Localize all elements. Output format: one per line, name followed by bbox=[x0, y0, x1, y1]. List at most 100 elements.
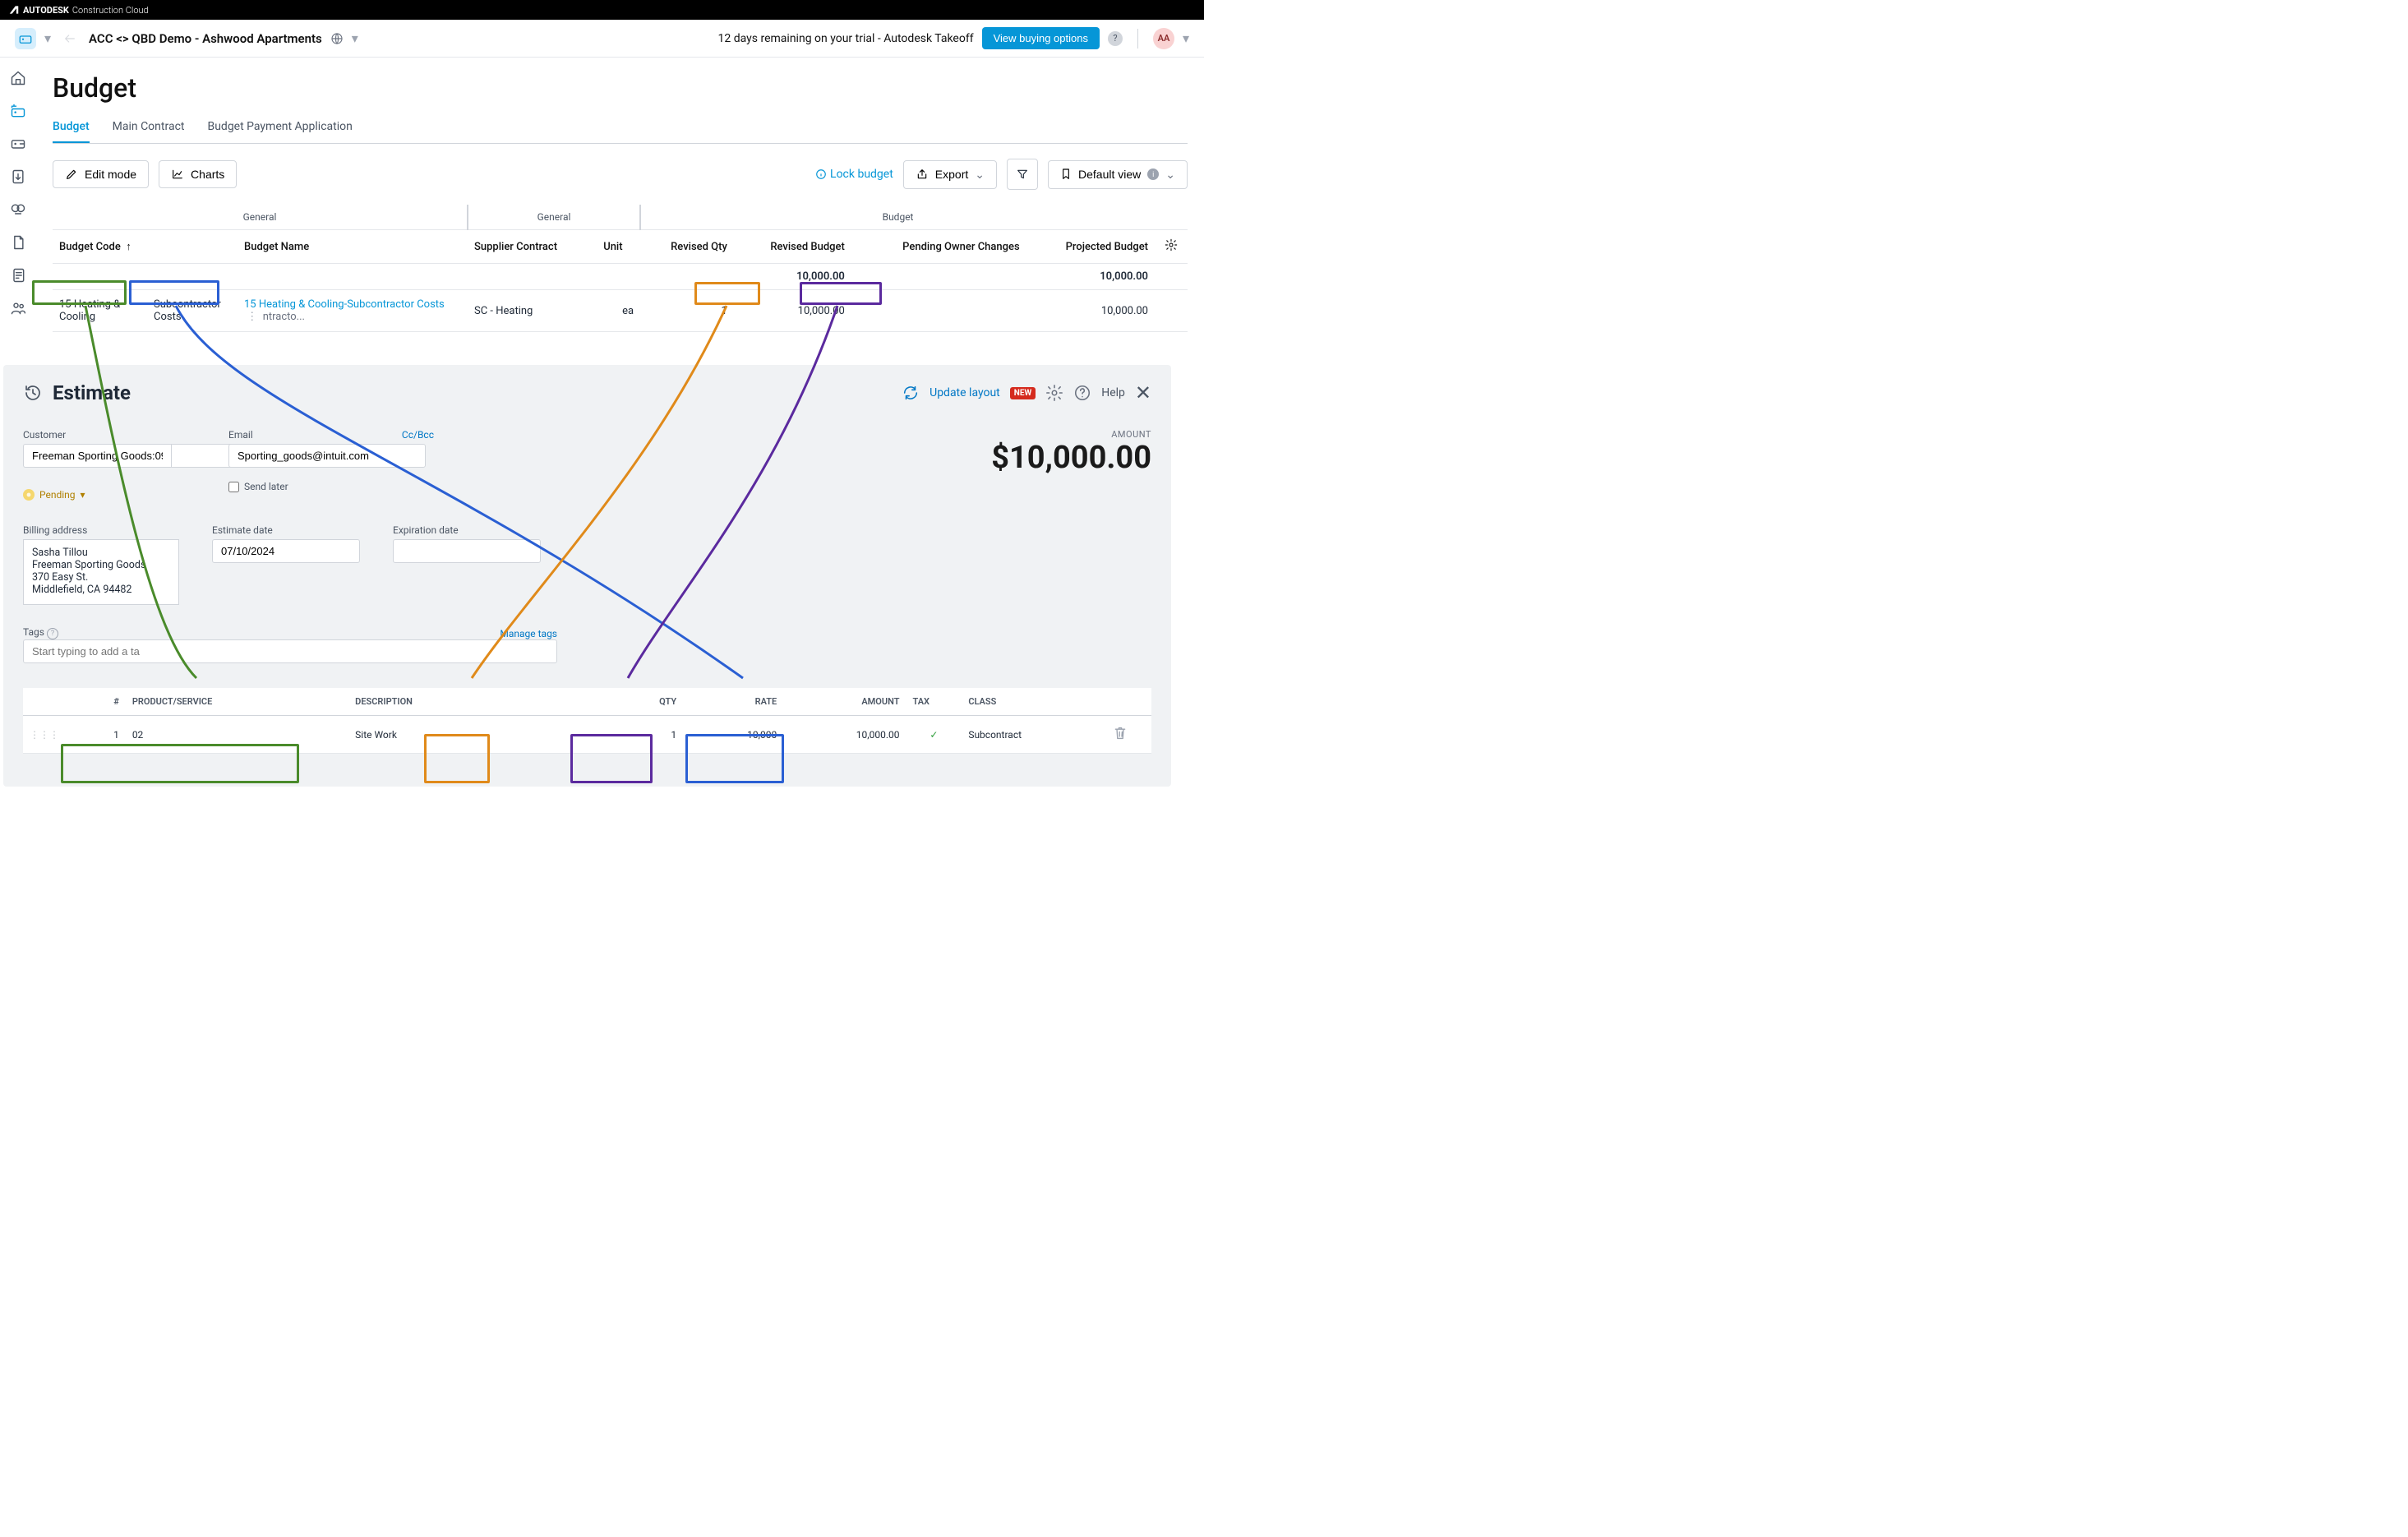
charts-label: Charts bbox=[191, 168, 224, 181]
table-row[interactable]: 15 Heating & Cooling Subcontractor Costs… bbox=[53, 290, 1188, 332]
view-buying-options-button[interactable]: View buying options bbox=[982, 27, 1100, 49]
cell-name-overflow: ntracto... bbox=[263, 311, 305, 323]
col-revised-qty[interactable]: Revised Qty bbox=[640, 230, 734, 264]
drag-handle-icon[interactable]: ⋮⋮⋮ bbox=[23, 716, 81, 754]
nav-reports-icon[interactable] bbox=[9, 266, 27, 284]
history-icon[interactable] bbox=[23, 383, 43, 403]
summary-projected-budget: 10,000.00 bbox=[1026, 264, 1155, 290]
tab-payment-app[interactable]: Budget Payment Application bbox=[207, 120, 352, 143]
globe-icon[interactable] bbox=[330, 32, 344, 45]
col-class: CLASS bbox=[962, 688, 1106, 716]
filter-icon bbox=[1016, 168, 1029, 181]
col-desc: DESCRIPTION bbox=[348, 688, 583, 716]
default-view-button[interactable]: Default view i ⌄ bbox=[1048, 160, 1188, 189]
col-budget-name[interactable]: Budget Name bbox=[238, 230, 468, 264]
send-later-checkbox[interactable]: Send later bbox=[228, 481, 434, 492]
column-header-row: Budget Code ↑ Budget Name Supplier Contr… bbox=[53, 230, 1188, 264]
col-budget-code[interactable]: Budget Code ↑ bbox=[53, 230, 238, 264]
charts-button[interactable]: Charts bbox=[159, 160, 237, 188]
row-menu-icon[interactable]: ⋮ bbox=[244, 311, 260, 323]
filter-button[interactable] bbox=[1007, 159, 1038, 190]
column-group-row: General General Budget bbox=[53, 205, 1188, 230]
cell-code-right: Subcontractor Costs bbox=[147, 290, 238, 332]
export-button[interactable]: Export ⌄ bbox=[903, 160, 997, 189]
tab-main-contract[interactable]: Main Contract bbox=[113, 120, 185, 143]
chevron-down-icon[interactable]: ▾ bbox=[352, 30, 358, 46]
module-switcher-icon[interactable] bbox=[15, 28, 36, 49]
col-supplier-contract[interactable]: Supplier Contract bbox=[468, 230, 597, 264]
refresh-icon[interactable] bbox=[902, 384, 920, 402]
cell-budget-name[interactable]: 15 Heating & Cooling-Subcontractor Costs bbox=[244, 298, 445, 311]
help-label[interactable]: Help bbox=[1101, 386, 1125, 399]
line-tax-check[interactable]: ✓ bbox=[906, 716, 962, 754]
line-amount[interactable]: 10,000.00 bbox=[783, 716, 906, 754]
line-row[interactable]: ⋮⋮⋮ 1 02 Site Work 1 10,000 10,000.00 ✓ … bbox=[23, 716, 1151, 754]
chevron-down-icon[interactable]: ▾ bbox=[1183, 30, 1189, 46]
table-settings-icon[interactable] bbox=[1155, 230, 1188, 264]
status-pending[interactable]: Pending ▾ bbox=[23, 486, 196, 501]
divider bbox=[1137, 29, 1138, 48]
estimate-header: Estimate Update layout NEW Help ✕ bbox=[23, 381, 1151, 404]
col-revised-budget[interactable]: Revised Budget bbox=[734, 230, 851, 264]
gear-icon[interactable] bbox=[1045, 384, 1063, 402]
tags-label: Tags ? bbox=[23, 626, 58, 639]
line-header-row: # PRODUCT/SERVICE DESCRIPTION QTY RATE A… bbox=[23, 688, 1151, 716]
cell-supplier: SC - Heating bbox=[468, 290, 597, 332]
close-icon[interactable]: ✕ bbox=[1135, 381, 1151, 404]
help-icon[interactable] bbox=[1073, 384, 1091, 402]
nav-members-icon[interactable] bbox=[9, 299, 27, 317]
pending-dot-icon bbox=[23, 489, 35, 501]
export-icon bbox=[916, 168, 929, 181]
nav-cost-icon[interactable] bbox=[9, 135, 27, 153]
email-label: Email bbox=[228, 429, 253, 441]
tab-budget[interactable]: Budget bbox=[53, 120, 90, 143]
col-pending-owner[interactable]: Pending Owner Changes bbox=[851, 230, 1026, 264]
nav-change-icon[interactable] bbox=[9, 168, 27, 186]
col-unit[interactable]: Unit bbox=[597, 230, 640, 264]
cell-projected-budget: 10,000.00 bbox=[1026, 290, 1155, 332]
delete-line-icon[interactable] bbox=[1107, 716, 1151, 754]
nav-forecast-icon[interactable] bbox=[9, 201, 27, 219]
summary-revised-budget: 10,000.00 bbox=[734, 264, 851, 290]
col-qty: QTY bbox=[583, 688, 683, 716]
line-qty[interactable]: 1 bbox=[583, 716, 683, 754]
amount-label: AMOUNT bbox=[991, 429, 1151, 440]
line-desc[interactable]: Site Work bbox=[348, 716, 583, 754]
cell-pending-owner bbox=[851, 290, 1026, 332]
tags-input[interactable] bbox=[23, 639, 557, 663]
nav-files-icon[interactable] bbox=[9, 233, 27, 252]
chevron-down-icon[interactable]: ▾ bbox=[44, 30, 51, 46]
help-icon[interactable]: ? bbox=[1108, 31, 1123, 46]
app-header: ▾ ACC <> QBD Demo - Ashwood Apartments ▾… bbox=[0, 20, 1204, 58]
trial-banner-text: 12 days remaining on your trial - Autode… bbox=[718, 32, 974, 45]
edit-mode-button[interactable]: Edit mode bbox=[53, 160, 149, 188]
email-input[interactable] bbox=[228, 444, 426, 468]
col-projected-budget[interactable]: Projected Budget bbox=[1026, 230, 1155, 264]
cc-bcc-link[interactable]: Cc/Bcc bbox=[402, 429, 434, 441]
nav-budget-icon[interactable] bbox=[9, 102, 27, 120]
estimate-date-label: Estimate date bbox=[212, 524, 360, 536]
chevron-down-icon: ⌄ bbox=[975, 168, 985, 182]
cell-revised-budget: 10,000.00 bbox=[734, 290, 851, 332]
user-avatar[interactable]: AA bbox=[1153, 28, 1174, 49]
estimate-line-table: # PRODUCT/SERVICE DESCRIPTION QTY RATE A… bbox=[23, 688, 1151, 754]
update-layout-link[interactable]: Update layout bbox=[930, 386, 1000, 399]
billing-address[interactable]: Sasha Tillou Freeman Sporting Goods 370 … bbox=[23, 539, 179, 605]
lock-budget-link[interactable]: Lock budget bbox=[815, 168, 893, 181]
line-rate[interactable]: 10,000 bbox=[683, 716, 783, 754]
line-product[interactable]: 02 bbox=[126, 716, 348, 754]
cell-revised-qty: 1 bbox=[640, 290, 734, 332]
estimate-date-input[interactable] bbox=[212, 539, 360, 563]
expiration-input[interactable] bbox=[393, 539, 541, 563]
project-name[interactable]: ACC <> QBD Demo - Ashwood Apartments bbox=[89, 31, 322, 46]
col-amount: AMOUNT bbox=[783, 688, 906, 716]
line-num: 1 bbox=[81, 716, 126, 754]
customer-input[interactable] bbox=[23, 444, 171, 468]
manage-tags-link[interactable]: Manage tags bbox=[500, 628, 557, 639]
nav-home-icon[interactable] bbox=[9, 69, 27, 87]
line-class[interactable]: Subcontract bbox=[962, 716, 1106, 754]
chevron-down-icon: ⌄ bbox=[1165, 168, 1175, 182]
estimate-title: Estimate bbox=[53, 381, 131, 404]
billing-label: Billing address bbox=[23, 524, 179, 536]
new-badge: NEW bbox=[1010, 387, 1036, 399]
